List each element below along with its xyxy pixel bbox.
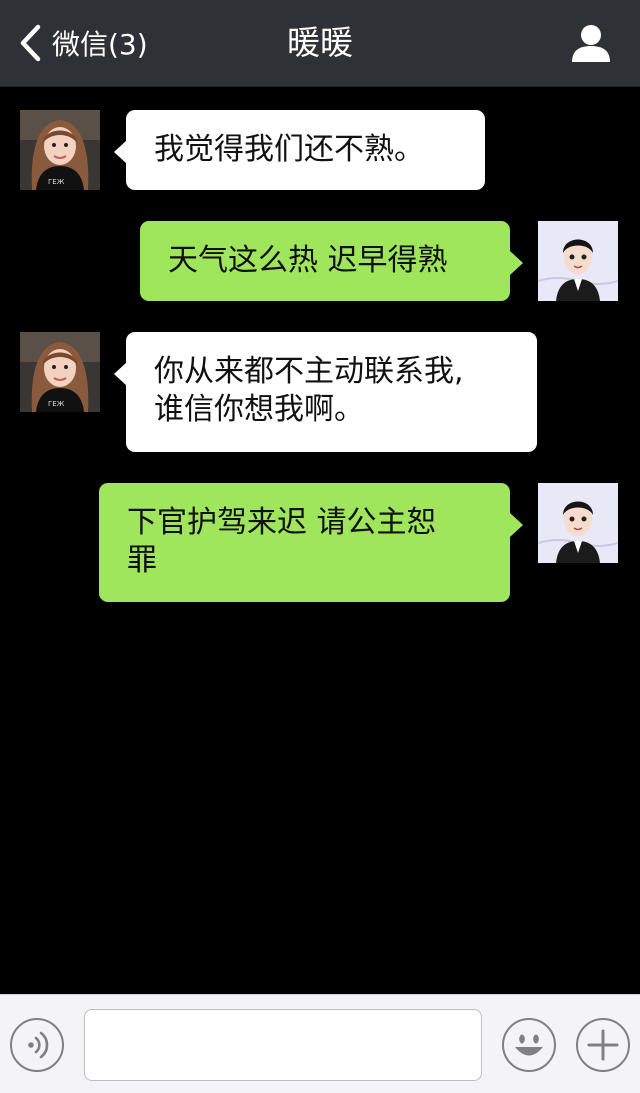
- message-text: 天气这么热 迟早得熟: [168, 243, 448, 278]
- message-text-line: 谁信你想我啊。: [154, 392, 364, 427]
- my-avatar[interactable]: [538, 483, 618, 563]
- message-input[interactable]: [84, 1009, 482, 1081]
- my-avatar[interactable]: [538, 221, 618, 301]
- message-bubble-incoming[interactable]: 你从来都不主动联系我, 谁信你想我啊。: [114, 332, 537, 452]
- plus-icon: [587, 1029, 619, 1061]
- message-text-line: 你从来都不主动联系我,: [154, 354, 464, 389]
- message-bubble-outgoing[interactable]: 天气这么热 迟早得熟: [140, 221, 523, 301]
- more-button[interactable]: [576, 1018, 630, 1072]
- message-text-line: 罪: [127, 543, 157, 578]
- contact-avatar[interactable]: ГЕЖ: [20, 332, 100, 412]
- message-bubble-outgoing[interactable]: 下官护驾来迟 请公主恕 罪: [99, 483, 523, 602]
- message-text-line: 下官护驾来迟 请公主恕: [127, 505, 437, 540]
- nav-bar: 微信(3) 暖暖: [0, 0, 640, 87]
- message-text: 我觉得我们还不熟。: [154, 132, 424, 167]
- svg-text:ГЕЖ: ГЕЖ: [48, 178, 65, 186]
- chat-title: 暖暖: [287, 23, 353, 62]
- input-bar: [0, 994, 640, 1093]
- voice-icon: [28, 1031, 49, 1059]
- voice-button[interactable]: [10, 1018, 64, 1072]
- contact-avatar[interactable]: ГЕЖ: [20, 110, 100, 190]
- emoji-button[interactable]: [502, 1018, 556, 1072]
- person-icon[interactable]: [570, 22, 612, 64]
- chat-screen: 微信(3) 暖暖 ГЕЖ 我觉得我们还不熟。 天气这么热 迟早得熟 ГЕЖ 你从…: [0, 0, 640, 1093]
- message-bubble-incoming[interactable]: 我觉得我们还不熟。: [114, 110, 485, 190]
- svg-text:ГЕЖ: ГЕЖ: [48, 400, 65, 408]
- emoji-icon: [515, 1034, 543, 1056]
